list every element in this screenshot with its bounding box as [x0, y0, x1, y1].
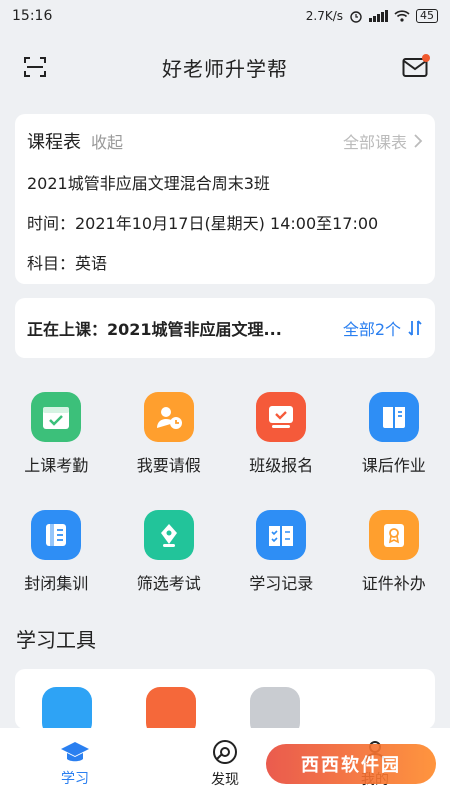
certificate-reissue-icon	[368, 510, 419, 560]
all-schedule-link[interactable]: 全部课表	[343, 129, 423, 153]
attendance-icon	[31, 392, 82, 442]
tools-section-title: 学习工具	[16, 628, 96, 652]
page-title: 好老师升学帮	[162, 56, 288, 81]
feature-label: 证件补办	[361, 574, 426, 593]
class-name: 2021城管非应届文理混合周末3班	[27, 174, 270, 193]
header: 好老师升学帮	[0, 32, 450, 102]
alarm-icon	[350, 11, 362, 23]
tab-label: 学习	[61, 771, 89, 787]
graduation-cap-icon	[61, 742, 89, 762]
feature-label: 课后作业	[361, 456, 426, 475]
status-indicators: 2.7K/s 45	[306, 9, 438, 23]
class-signup-icon	[256, 392, 307, 442]
messages-button[interactable]	[400, 52, 430, 82]
tool-book-icon[interactable]	[42, 687, 92, 729]
closed-training-icon	[31, 510, 82, 560]
tab-study[interactable]: 学习	[0, 728, 150, 800]
feature-attendance[interactable]: 上课考勤	[0, 392, 113, 476]
status-time: 15:16	[12, 8, 53, 24]
leave-request-icon	[143, 392, 194, 442]
feature-homework[interactable]: 课后作业	[338, 392, 450, 476]
feature-certificate[interactable]: 证件补办	[338, 510, 450, 594]
current-class-prefix: 正在上课：	[27, 320, 108, 339]
current-class-count: 全部2个	[342, 320, 401, 339]
wifi-icon	[394, 10, 410, 22]
feature-label: 筛选考试	[136, 574, 201, 593]
signal-icon	[369, 10, 388, 22]
watermark-text: 西西软件园	[301, 755, 401, 776]
feature-label: 我要请假	[136, 456, 201, 475]
feature-label: 封闭集训	[24, 574, 89, 593]
feature-study-record[interactable]: 学习记录	[225, 510, 338, 594]
current-class-switch[interactable]: 全部2个	[343, 316, 423, 340]
swap-icon	[408, 320, 422, 336]
watermark-logo: 西西软件园	[266, 744, 436, 784]
chevron-right-icon	[414, 134, 423, 148]
feature-label: 上课考勤	[24, 456, 89, 475]
status-bar: 15:16 2.7K/s 45	[0, 0, 450, 32]
feature-exam-filter[interactable]: 筛选考试	[113, 510, 226, 594]
class-subject: 科目：英语	[27, 254, 108, 273]
feature-grid: 上课考勤 我要请假 班级报名 课后作业 封闭集训 筛选考试 学习记录 证件补办	[0, 392, 450, 594]
current-class-bar[interactable]: 正在上课：2021城管非应届文理... 全部2个	[15, 298, 435, 358]
unread-badge	[422, 54, 430, 62]
compass-icon	[213, 740, 237, 764]
feature-closed-training[interactable]: 封闭集训	[0, 510, 113, 594]
current-class-text: 正在上课：2021城管非应届文理...	[27, 316, 282, 340]
class-time: 时间：2021年10月17日(星期天) 14:00至17:00	[27, 214, 379, 233]
homework-icon	[368, 392, 419, 442]
all-schedule-label: 全部课表	[342, 133, 407, 152]
study-record-icon	[256, 510, 307, 560]
feature-label: 学习记录	[249, 574, 314, 593]
tool-bag-icon[interactable]	[250, 687, 300, 729]
scan-icon	[24, 57, 46, 77]
schedule-title: 课程表	[27, 132, 81, 153]
tools-card	[15, 669, 435, 729]
collapse-button[interactable]: 收起	[91, 129, 123, 153]
feature-label: 班级报名	[249, 456, 314, 475]
scan-button[interactable]	[20, 52, 50, 82]
network-speed: 2.7K/s	[305, 9, 343, 23]
exam-filter-icon	[143, 510, 194, 560]
current-class-name: 2021城管非应届文理...	[107, 320, 282, 339]
tab-label: 发现	[211, 772, 239, 788]
battery-indicator: 45	[416, 9, 438, 23]
tool-notes-icon[interactable]	[146, 687, 196, 729]
feature-leave[interactable]: 我要请假	[113, 392, 226, 476]
schedule-card: 课程表 收起 全部课表 2021城管非应届文理混合周末3班 时间：2021年10…	[15, 114, 435, 284]
feature-class-signup[interactable]: 班级报名	[225, 392, 338, 476]
